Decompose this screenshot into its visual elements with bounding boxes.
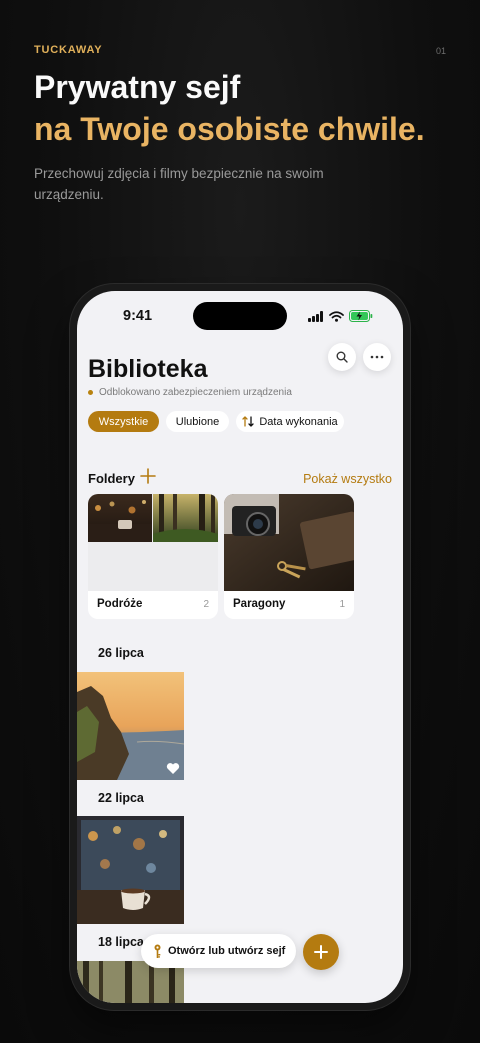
headline-line-1: Prywatny sejf [34,69,241,105]
more-icon [370,355,384,359]
status-icons [308,310,373,322]
filter-chip-all[interactable]: Wszystkie [88,411,159,432]
photo-coast[interactable] [77,672,184,780]
status-time: 9:41 [123,308,153,324]
more-options-button[interactable] [363,343,391,371]
heart-icon [166,763,180,774]
phone-screen: 9:41 Biblioteka Odblokowano zabezpieczen… [77,291,403,1003]
signal-icon [308,310,323,322]
headline-line-2: na Twoje osobiste chwile. [34,111,425,147]
search-icon [336,351,348,363]
phone-frame: 9:41 Biblioteka Odblokowano zabezpieczen… [70,284,410,1010]
brand-label: TUCKAWAY [34,44,103,56]
lock-status: Odblokowano zabezpieczeniem urządzenia [88,387,292,398]
show-all-link[interactable]: Pokaż wszystko [303,472,392,486]
status-dot [88,390,93,395]
filter-chip-favorites-label: Ulubione [175,415,220,428]
subtitle: Przechowuj zdjęcia i filmy bezpiecznie n… [34,166,324,202]
filter-chip-favorites[interactable]: Ulubione [166,411,229,432]
folder-name: Podróże [97,598,143,610]
travel-thumbnail-2 [153,494,218,542]
battery-charging-icon [349,310,373,322]
folder-thumbnails [88,494,218,591]
plus-icon [314,945,328,959]
key-icon [154,944,161,958]
photo-coffee[interactable] [77,816,184,924]
date-header: 22 lipca [98,791,144,805]
folder-count: 2 [203,599,209,610]
date-header: 18 lipca [98,935,144,949]
headline: Prywatny sejf na Twoje osobiste chwile. [34,66,425,150]
filter-chip-all-label: Wszystkie [98,415,149,428]
lock-status-text: Odblokowano zabezpieczeniem urządzenia [99,387,292,398]
folder-card-receipts[interactable]: Paragony 1 [224,494,354,619]
page-number: 01 [435,46,446,56]
receipts-thumbnail [224,494,354,591]
add-button[interactable] [303,934,339,970]
sort-chip-date-label: Data wykonania [259,415,338,428]
folder-name: Paragony [233,598,286,610]
coffee-photo [77,816,184,924]
sort-chip-date[interactable]: Data wykonania [236,411,344,432]
folders-heading: Foldery [88,471,135,486]
add-folder-icon[interactable] [139,467,157,485]
dynamic-island [193,302,287,330]
date-header: 26 lipca [98,646,144,660]
open-vault-label: Otwórz lub utwórz sejf [168,945,286,957]
folder-card-travel[interactable]: Podróże 2 [88,494,218,619]
sort-arrows-icon [242,416,255,427]
library-title: Biblioteka [88,355,208,383]
wifi-icon [329,310,344,322]
open-vault-button[interactable]: Otwórz lub utwórz sejf [141,934,296,968]
search-button[interactable] [328,343,356,371]
travel-thumbnail-1 [88,494,152,542]
folder-count: 1 [339,599,345,610]
